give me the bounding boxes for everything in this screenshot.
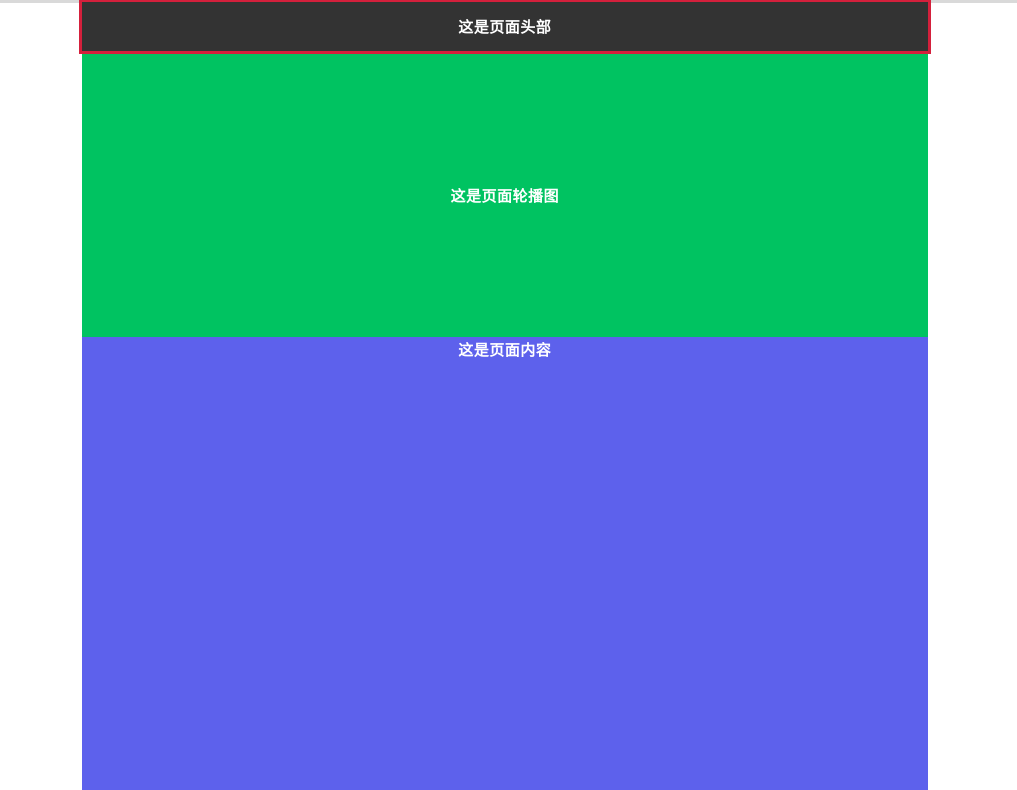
page-header-text: 这是页面头部 — [458, 18, 552, 36]
page-carousel-text: 这是页面轮播图 — [450, 187, 560, 205]
page-header: 这是页面头部 — [79, 0, 931, 54]
page-content-text: 这是页面内容 — [458, 341, 552, 359]
page-container: 这是页面头部 这是页面轮播图 这是页面内容 — [79, 0, 931, 790]
page-content: 这是页面内容 — [82, 337, 928, 790]
page-carousel: 这是页面轮播图 — [82, 54, 928, 337]
